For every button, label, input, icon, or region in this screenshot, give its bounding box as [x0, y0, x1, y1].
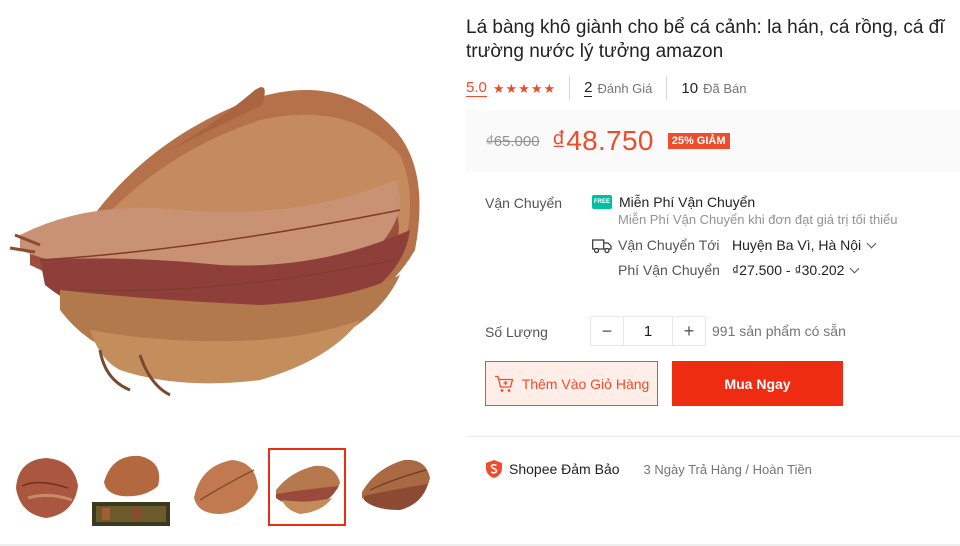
star-icon: ★ [518, 80, 530, 96]
thumbnail-4[interactable] [268, 448, 346, 526]
star-icon: ★ [505, 80, 518, 96]
stats-divider [666, 76, 668, 100]
shield-icon [486, 460, 502, 478]
guarantee-title: Shopee Đảm Bảo [509, 461, 620, 477]
add-to-cart-label: Thêm Vào Giỏ Hàng [521, 375, 650, 392]
add-cart-icon [494, 375, 514, 392]
current-price: ₫48.750 [551, 125, 654, 156]
quantity-input[interactable]: 1 [623, 317, 673, 345]
shipping-fee-label: Phí Vận Chuyển [618, 262, 720, 278]
original-price: ₫65.000 [486, 132, 540, 150]
thumbnail-strip [0, 448, 440, 528]
quantity-decrease-button[interactable]: − [591, 317, 623, 345]
quantity-stepper: − 1 + [590, 316, 706, 346]
thumbnail-5[interactable] [356, 448, 434, 526]
sold-count: 10 [681, 79, 699, 97]
reviews-label: Đánh Giá [597, 80, 653, 96]
product-title-line-1: Lá bàng khô giành cho bể cá cảnh: la hán… [466, 17, 945, 38]
product-title: Lá bàng khô giành cho bể cá cảnh: la hán… [466, 16, 960, 64]
free-shipping-icon: FREE [592, 195, 612, 209]
thumbnail-2[interactable] [92, 448, 170, 526]
ship-to-selector[interactable]: Huyện Ba Vì, Hà Nội [732, 237, 877, 253]
chevron-down-icon [850, 263, 860, 273]
free-shipping-row: FREE Miễn Phí Vận Chuyển [592, 194, 755, 210]
thumbnail-1[interactable] [8, 448, 86, 526]
shipping-fee-value: ₫27.500 - ₫30.202 [732, 262, 845, 278]
stats-divider [569, 76, 571, 100]
quantity-label: Số Lượng [485, 324, 548, 340]
free-shipping-subtitle: Miễn Phí Vận Chuyển khi đơn đạt giá trị … [618, 212, 898, 227]
star-icon: ★ [543, 80, 556, 96]
add-to-cart-button[interactable]: Thêm Vào Giỏ Hàng [485, 361, 658, 406]
rating-stars: ★ ★ ★ ★ ★ [493, 82, 555, 95]
shipping-label: Vận Chuyển [485, 195, 563, 211]
free-shipping-title: Miễn Phí Vận Chuyển [619, 194, 756, 210]
price-section: ₫65.000 ₫48.750 25% GIẢM [466, 110, 960, 172]
product-main-image[interactable] [0, 60, 440, 400]
rating-value[interactable]: 5.0 [466, 79, 487, 97]
quantity-increase-button[interactable]: + [673, 317, 705, 345]
chevron-down-icon [866, 238, 877, 248]
guarantee-description: 3 Ngày Trả Hàng / Hoàn Tiền [643, 461, 812, 477]
section-divider [466, 436, 960, 437]
product-stats: 5.0 ★ ★ ★ ★ ★ 2 Đánh Giá 10 Đã Bán [466, 76, 746, 100]
stock-available: 991 sản phẩm có sẵn [712, 323, 846, 339]
star-icon: ★ [530, 80, 543, 96]
star-icon: ★ [492, 80, 505, 96]
buy-now-button[interactable]: Mua Ngay [672, 361, 843, 406]
thumbnail-3[interactable] [186, 448, 264, 526]
product-title-line-2: trường nước lý tưởng amazon [466, 41, 724, 62]
truck-icon [592, 239, 612, 254]
ship-to-value: Huyện Ba Vì, Hà Nội [732, 237, 862, 253]
reviews-count[interactable]: 2 [584, 79, 593, 97]
sold-label: Đã Bán [703, 80, 747, 96]
discount-badge: 25% GIẢM [667, 133, 730, 149]
shopee-guarantee[interactable]: Shopee Đảm Bảo 3 Ngày Trả Hàng / Hoàn Ti… [485, 459, 812, 479]
ship-to-label: Vận Chuyển Tới [618, 237, 720, 253]
shipping-fee-selector[interactable]: ₫27.500 - ₫30.202 [732, 262, 860, 278]
